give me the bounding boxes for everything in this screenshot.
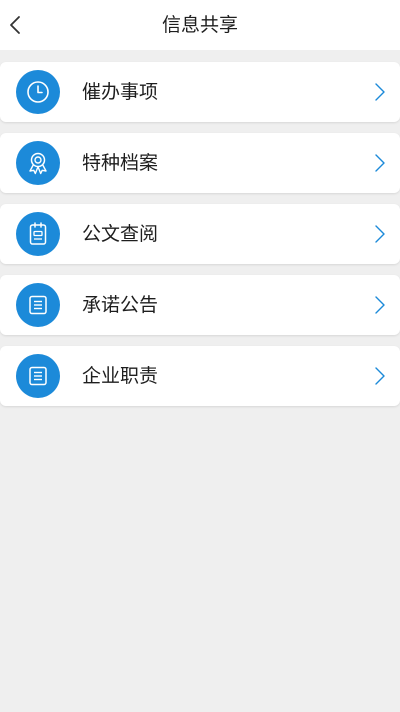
chevron-right-icon [375, 225, 385, 243]
page-title: 信息共享 [161, 14, 238, 36]
menu-item-commitment-notice[interactable]: 承诺公告 [0, 275, 400, 335]
chevron-right-icon [375, 296, 385, 314]
notebook-icon [16, 212, 60, 256]
certificate-icon [16, 141, 60, 185]
document-icon [16, 354, 60, 398]
menu-item-enterprise-duties[interactable]: 企业职责 [0, 346, 400, 406]
menu-item-label: 公文查阅 [82, 223, 159, 245]
menu-item-documents[interactable]: 公文查阅 [0, 204, 400, 264]
clock-icon [16, 70, 60, 114]
document-icon [16, 283, 60, 327]
menu-item-label: 企业职责 [82, 365, 159, 387]
chevron-right-icon [375, 83, 385, 101]
chevron-right-icon [375, 367, 385, 385]
menu-item-reminders[interactable]: 催办事项 [0, 62, 400, 122]
chevron-left-icon [10, 16, 20, 34]
menu-item-special-archives[interactable]: 特种档案 [0, 133, 400, 193]
back-button[interactable] [0, 0, 30, 50]
header-bar: 信息共享 [0, 0, 400, 50]
menu-item-label: 特种档案 [82, 152, 159, 174]
menu-item-label: 承诺公告 [82, 294, 159, 316]
menu-item-label: 催办事项 [82, 81, 159, 103]
chevron-right-icon [375, 154, 385, 172]
